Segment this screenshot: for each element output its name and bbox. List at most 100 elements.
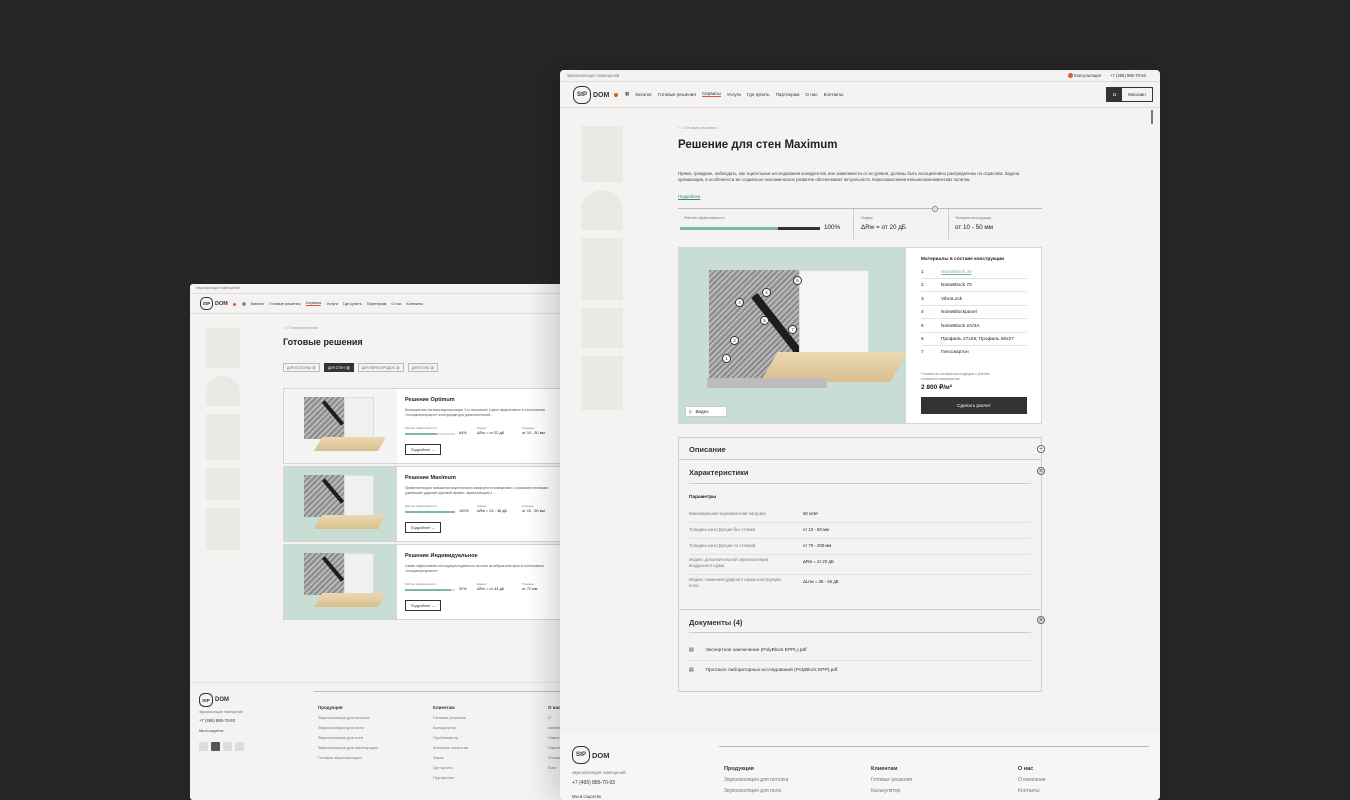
- footer-phone[interactable]: +7 (495) 885-70-93: [199, 718, 235, 723]
- top-phone[interactable]: +7 (495) 885-70-93: [1110, 73, 1146, 78]
- calc-button[interactable]: Сделать расчет: [921, 397, 1027, 414]
- callout-1[interactable]: 1: [722, 354, 731, 363]
- nav-about[interactable]: О нас: [805, 92, 817, 97]
- filter-tab-ceiling[interactable]: ДЛЯ ПОТОЛКА 3: [283, 363, 320, 372]
- callout-7[interactable]: 7: [788, 325, 797, 334]
- footer-phone[interactable]: +7 (495) 885-70-93: [572, 780, 615, 786]
- youtube-icon[interactable]: [211, 742, 220, 751]
- x-icon[interactable]: [223, 742, 232, 751]
- collapse-icon[interactable]: ×: [1037, 467, 1045, 475]
- footer-link[interactable]: Звукоизоляция для пола: [724, 788, 781, 794]
- more-button[interactable]: Подробнее →: [405, 444, 441, 455]
- nav-contacts[interactable]: Контакты: [407, 302, 423, 306]
- solution-card[interactable]: Решение Индивидуальное Самая эффективная…: [283, 544, 570, 620]
- catalog-grid-icon[interactable]: ▦: [242, 301, 246, 306]
- param-row: Индекс снижения ударного шума конструкци…: [689, 577, 839, 588]
- more-button[interactable]: Подробнее →: [405, 600, 441, 611]
- document-link[interactable]: ▤ Протокол лабораторных исследований (Pol…: [689, 668, 837, 673]
- filter-tab-partitions[interactable]: ДЛЯ ПЕРЕГОРОДОК 3: [357, 363, 404, 372]
- filter-tab-walls[interactable]: ДЛЯ СТЕН 3: [323, 363, 354, 372]
- footer-link[interactable]: Звукоизоляция для перегородок: [318, 745, 378, 750]
- more-button[interactable]: Подробнее →: [405, 522, 441, 533]
- nav-service[interactable]: Услуги: [727, 92, 741, 97]
- material-row[interactable]: 6 Профиль 27x28; Профиль 60x27: [921, 333, 1027, 346]
- thickness-value: от 10 - 50 мм: [955, 224, 994, 231]
- eff-label: Рейтинг эффективности: [684, 216, 725, 220]
- footer-link[interactable]: Звукоизоляция для потолка: [318, 715, 370, 720]
- nav-about[interactable]: О нас: [391, 302, 401, 306]
- nav-services[interactable]: Сервисы: [305, 301, 322, 306]
- nav-service[interactable]: Услуги: [326, 302, 338, 306]
- card-title[interactable]: Решение Индивидуальное: [405, 553, 478, 559]
- callout-5[interactable]: 5: [760, 316, 769, 325]
- home-icon[interactable]: ⌂: [284, 326, 286, 330]
- material-row[interactable]: 7 Гипсокартон: [921, 346, 1027, 359]
- nav-services[interactable]: Сервисы: [701, 91, 721, 97]
- eff-value: 64%: [459, 431, 467, 435]
- eff-value: 92%: [459, 587, 467, 591]
- info-icon[interactable]: i: [932, 206, 938, 212]
- tagline: звукоизоляция помещений: [196, 286, 240, 290]
- footer-link[interactable]: Контроль качества: [433, 745, 468, 750]
- filter-tab-floor[interactable]: ДЛЯ ПОЛА 3: [407, 363, 438, 372]
- accordion-description[interactable]: Описание +: [678, 437, 1045, 460]
- callout-6[interactable]: 6: [793, 276, 802, 285]
- footer-link[interactable]: Готовые решения: [871, 777, 912, 783]
- accordion-documents[interactable]: Документы (4) × ▤ Экспертное заключение (…: [678, 609, 1045, 692]
- callout-4[interactable]: 4: [762, 288, 771, 297]
- nav-partners[interactable]: Партнерам: [367, 302, 387, 306]
- consult-link[interactable]: Консультация: [1068, 73, 1101, 79]
- footer-logo[interactable]: StP DOM: [199, 693, 229, 707]
- param-row: Толщина конструкции без стяжки от 10 - 50…: [689, 523, 1031, 539]
- footer-link[interactable]: Проблематор: [433, 735, 458, 740]
- more-link[interactable]: Подробнее: [678, 194, 700, 199]
- footer-link[interactable]: Звукоизоляция для стен: [318, 735, 363, 740]
- nav-catalog[interactable]: Каталог: [635, 92, 652, 97]
- logo[interactable]: StP DOM: [200, 297, 228, 310]
- footer-link[interactable]: О компании: [1018, 777, 1046, 783]
- footer-link[interactable]: Готовые решения: [433, 715, 466, 720]
- nav-solutions[interactable]: Готовые решения: [269, 302, 300, 306]
- card-title[interactable]: Решение Optimum: [405, 397, 455, 403]
- telegram-icon[interactable]: [235, 742, 244, 751]
- scrollbar[interactable]: [1151, 110, 1153, 124]
- home-icon[interactable]: ⌂: [678, 125, 680, 130]
- footer-link[interactable]: Блог: [548, 765, 557, 770]
- collapse-icon[interactable]: ×: [1037, 616, 1045, 624]
- nav-catalog[interactable]: Каталог: [251, 302, 265, 306]
- document-link[interactable]: ▤ Экспертное заключение (PolyBlock EPPL).…: [689, 648, 807, 653]
- footer-link[interactable]: Звукоизоляция для потолка: [724, 777, 788, 783]
- footer-link[interactable]: Портфолио: [433, 775, 454, 780]
- footer-link[interactable]: Где купить: [433, 765, 453, 770]
- footer-logo[interactable]: StP DOM: [572, 746, 610, 764]
- nav-where-buy[interactable]: Где купить: [343, 302, 362, 306]
- footer-link[interactable]: Заказ: [433, 755, 444, 760]
- shop-button[interactable]: ◘ Магазин: [1106, 87, 1153, 102]
- material-row[interactable]: 4 NoiseBlockpanel: [921, 306, 1027, 319]
- material-row[interactable]: 5 NoiseBlock 2A/3A: [921, 320, 1027, 333]
- catalog-grid-icon[interactable]: ▦: [625, 91, 629, 97]
- footer-link[interactable]: Готовые звукоизоляции: [318, 755, 362, 760]
- nav-partners[interactable]: Партнерам: [776, 92, 800, 97]
- material-row[interactable]: 1 NoiseBlock 30: [921, 266, 1027, 279]
- video-button[interactable]: ▷ Видео: [685, 406, 727, 417]
- footer-link[interactable]: Калькулятор: [871, 788, 900, 794]
- footer-link[interactable]: Калькулятор: [433, 725, 456, 730]
- efficiency-bar: [405, 589, 455, 591]
- expand-icon[interactable]: +: [1037, 445, 1045, 453]
- vk-icon[interactable]: [199, 742, 208, 751]
- callout-2[interactable]: 2: [730, 336, 739, 345]
- solution-card[interactable]: Решение Maximum Применяется для повышени…: [283, 466, 570, 542]
- footer-link[interactable]: Контакты: [1018, 788, 1040, 794]
- accordion-characteristics[interactable]: Характеристики × Параметры Максимальная …: [678, 459, 1045, 610]
- logo[interactable]: StP DOM: [573, 86, 609, 104]
- material-row[interactable]: 3 VibroLock: [921, 293, 1027, 306]
- callout-3[interactable]: 3: [735, 298, 744, 307]
- material-row[interactable]: 2 NoiseBlock 70: [921, 279, 1027, 292]
- nav-contacts[interactable]: Контакты: [824, 92, 844, 97]
- solution-card[interactable]: Решение Optimum Бескаркасная система зву…: [283, 388, 570, 464]
- footer-link[interactable]: Звукоизоляция для пола: [318, 725, 364, 730]
- card-title[interactable]: Решение Maximum: [405, 475, 456, 481]
- nav-solutions[interactable]: Готовые решения: [658, 92, 696, 97]
- nav-where-buy[interactable]: Где купить: [747, 92, 770, 97]
